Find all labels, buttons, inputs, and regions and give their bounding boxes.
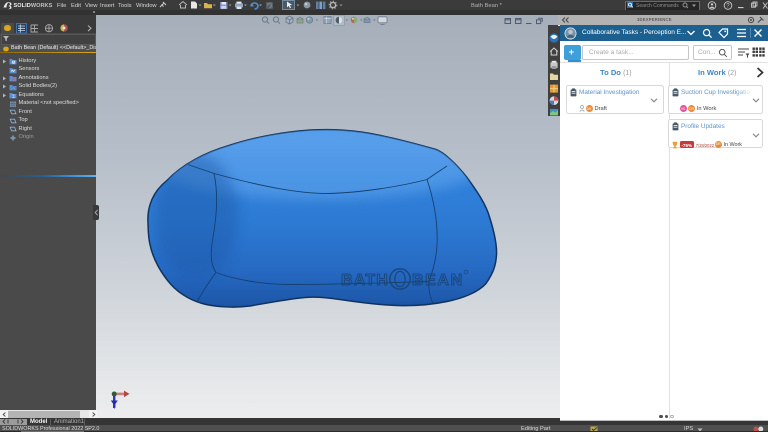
svg-text:Σ: Σ bbox=[12, 95, 15, 99]
svg-text:BATH: BATH bbox=[341, 272, 389, 289]
svg-text:BEAN: BEAN bbox=[412, 272, 464, 289]
